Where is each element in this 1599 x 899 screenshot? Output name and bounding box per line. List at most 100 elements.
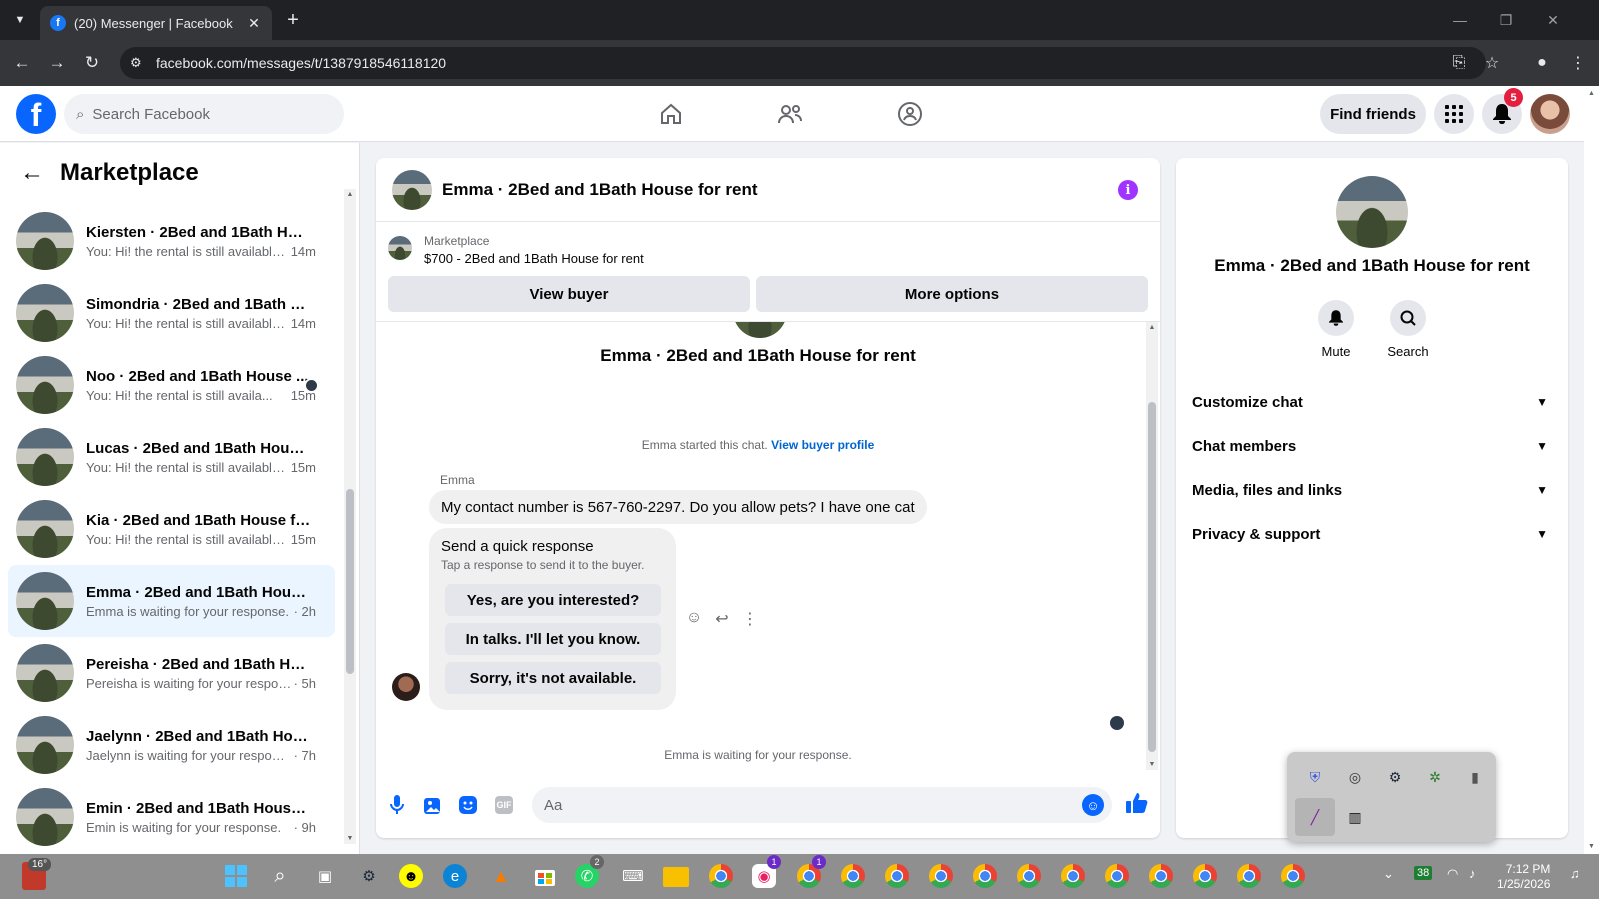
chat-scrollbar[interactable]: ▲ ▼	[1146, 322, 1158, 770]
pen-icon[interactable]: ╱	[1295, 798, 1335, 836]
scroll-up-icon[interactable]: ▲	[344, 191, 356, 198]
conversation-item[interactable]: Lucas · 2Bed and 1Bath House f... You: H…	[8, 421, 335, 493]
microphone-icon[interactable]	[386, 794, 408, 816]
home-icon[interactable]	[655, 98, 687, 130]
taskbar-clock[interactable]: 7:12 PM 1/25/2026	[1497, 862, 1550, 892]
scrollbar-thumb[interactable]	[1148, 402, 1156, 752]
photo-icon[interactable]	[422, 794, 444, 816]
quick-response-button[interactable]: In talks. I'll let you know.	[445, 623, 661, 655]
info-icon[interactable]: i	[1118, 180, 1138, 200]
quick-response-button[interactable]: Yes, are you interested?	[445, 584, 661, 616]
battery-status-icon[interactable]: 38	[1414, 866, 1433, 880]
keyboard-app-icon[interactable]: ⌨	[619, 862, 647, 890]
chrome-icon[interactable]	[885, 864, 909, 888]
bookmark-star-icon[interactable]: ☆	[1480, 51, 1504, 75]
message-bubble[interactable]: My contact number is 567-760-2297. Do yo…	[429, 490, 927, 524]
task-view-icon[interactable]: ▣	[311, 862, 339, 890]
bar-chart-icon[interactable]: ▥	[1335, 798, 1375, 836]
chrome-icon[interactable]	[1017, 864, 1041, 888]
chrome-icon[interactable]	[1193, 864, 1217, 888]
vlc-icon[interactable]: ▲	[487, 862, 515, 890]
conversation-item[interactable]: Jaelynn · 2Bed and 1Bath House... Jaelyn…	[8, 709, 335, 781]
tab-close-icon[interactable]: ✕	[246, 15, 262, 32]
chat-header[interactable]: Emma · 2Bed and 1Bath House for rent i	[376, 158, 1160, 222]
thumbs-up-icon[interactable]	[1126, 792, 1148, 820]
chrome-icon[interactable]	[1061, 864, 1085, 888]
chrome-icon[interactable]	[1149, 864, 1173, 888]
steam-icon[interactable]: ⚙	[1375, 758, 1415, 796]
reply-arrow-icon[interactable]: ↩	[712, 609, 732, 629]
scroll-up-icon[interactable]: ▲	[1584, 90, 1599, 97]
app-tray-icon[interactable]: ◎	[1335, 758, 1375, 796]
back-arrow-icon[interactable]: ←	[20, 159, 48, 187]
back-arrow-icon[interactable]: ←	[10, 51, 34, 75]
wifi-icon[interactable]: ◠	[1447, 866, 1458, 882]
message-input[interactable]	[544, 796, 1064, 814]
forward-arrow-icon[interactable]: →	[45, 51, 69, 75]
install-app-icon[interactable]: ⎘	[1447, 51, 1471, 75]
menu-grid-icon[interactable]	[1434, 94, 1474, 134]
view-buyer-button[interactable]: View buyer	[388, 276, 750, 312]
window-restore-button[interactable]: ❐	[1483, 0, 1529, 40]
new-tab-button[interactable]: +	[282, 9, 304, 31]
steam-icon[interactable]: ⚙	[355, 862, 383, 890]
message-input-box[interactable]: ☺	[532, 787, 1112, 823]
browser-profile-icon[interactable]: ●	[1530, 51, 1554, 75]
scroll-down-icon[interactable]: ▼	[344, 835, 356, 842]
conversation-item[interactable]: Simondria · 2Bed and 1Bath Ho... You: Hi…	[8, 277, 335, 349]
usb-drive-icon[interactable]: ▮	[1455, 758, 1495, 796]
show-hidden-icons-chevron-icon[interactable]: ⌄	[1383, 866, 1394, 882]
sidebar-scrollbar[interactable]: ▲ ▼	[344, 189, 356, 844]
volume-icon[interactable]: ♪	[1469, 866, 1476, 881]
chrome-icon[interactable]	[1281, 864, 1305, 888]
conversation-item[interactable]: Pereisha · 2Bed and 1Bath Hous... Pereis…	[8, 637, 335, 709]
media-files-links-section[interactable]: Media, files and links ▼	[1192, 468, 1552, 512]
search-icon[interactable]	[1390, 300, 1426, 336]
vpn-shield-icon[interactable]: ⛨	[1295, 758, 1335, 796]
chat-avatar[interactable]	[392, 169, 432, 210]
conversation-item[interactable]: Noo · 2Bed and 1Bath House ... You: Hi! …	[8, 349, 335, 421]
account-avatar[interactable]	[1530, 94, 1570, 134]
chat-members-section[interactable]: Chat members ▼	[1192, 424, 1552, 468]
browser-tab[interactable]: f (20) Messenger | Facebook ✕	[40, 6, 272, 40]
more-options-button[interactable]: More options	[756, 276, 1148, 312]
gif-icon[interactable]: GIF	[495, 796, 513, 814]
bell-icon[interactable]	[1318, 300, 1354, 336]
facebook-search-input[interactable]	[92, 105, 313, 123]
conversation-item[interactable]: Kiersten · 2Bed and 1Bath Hous... You: H…	[8, 205, 335, 277]
search-action[interactable]: Search	[1378, 300, 1438, 359]
facebook-search[interactable]: ⌕	[64, 94, 344, 134]
browser-menu-icon[interactable]: ⋮	[1566, 51, 1590, 75]
chrome-icon[interactable]	[709, 864, 733, 888]
scroll-down-icon[interactable]: ▼	[1146, 761, 1158, 768]
view-buyer-profile-link[interactable]: View buyer profile	[771, 438, 874, 452]
site-settings-icon[interactable]: ⚙	[130, 55, 150, 71]
address-bar[interactable]: ⚙ facebook.com/messages/t/13879185461181…	[120, 47, 1486, 79]
gear-icon[interactable]: ✲	[1415, 758, 1455, 796]
privacy-support-section[interactable]: Privacy & support ▼	[1192, 512, 1552, 556]
more-vertical-icon[interactable]: ⋮	[740, 609, 760, 629]
chrome-icon[interactable]	[1237, 864, 1261, 888]
notification-bell-icon[interactable]: ♫	[1570, 866, 1580, 881]
conversation-item[interactable]: Kia · 2Bed and 1Bath House for r... You:…	[8, 493, 335, 565]
sticker-icon[interactable]	[457, 794, 479, 816]
quick-response-button[interactable]: Sorry, it's not available.	[445, 662, 661, 694]
file-explorer-icon[interactable]	[663, 867, 689, 887]
scroll-down-icon[interactable]: ▼	[1584, 843, 1599, 850]
windows-start-icon[interactable]	[222, 862, 250, 890]
sender-avatar[interactable]	[392, 673, 420, 701]
microsoft-store-icon[interactable]	[531, 862, 559, 890]
emoji-icon[interactable]: ☺	[1082, 794, 1104, 816]
chrome-icon[interactable]	[1105, 864, 1129, 888]
conversation-item[interactable]: Emin · 2Bed and 1Bath House fo... Emin i…	[8, 781, 335, 853]
groups-icon[interactable]	[894, 98, 926, 130]
facebook-logo-icon[interactable]: f	[16, 94, 56, 134]
chrome-icon[interactable]	[973, 864, 997, 888]
scroll-up-icon[interactable]: ▲	[1146, 324, 1158, 331]
window-close-button[interactable]: ✕	[1530, 0, 1576, 40]
chrome-icon[interactable]	[929, 864, 953, 888]
window-minimize-button[interactable]: —	[1437, 0, 1483, 40]
reload-icon[interactable]: ↻	[80, 51, 104, 75]
chrome-icon[interactable]	[841, 864, 865, 888]
mute-action[interactable]: Mute	[1306, 300, 1366, 359]
